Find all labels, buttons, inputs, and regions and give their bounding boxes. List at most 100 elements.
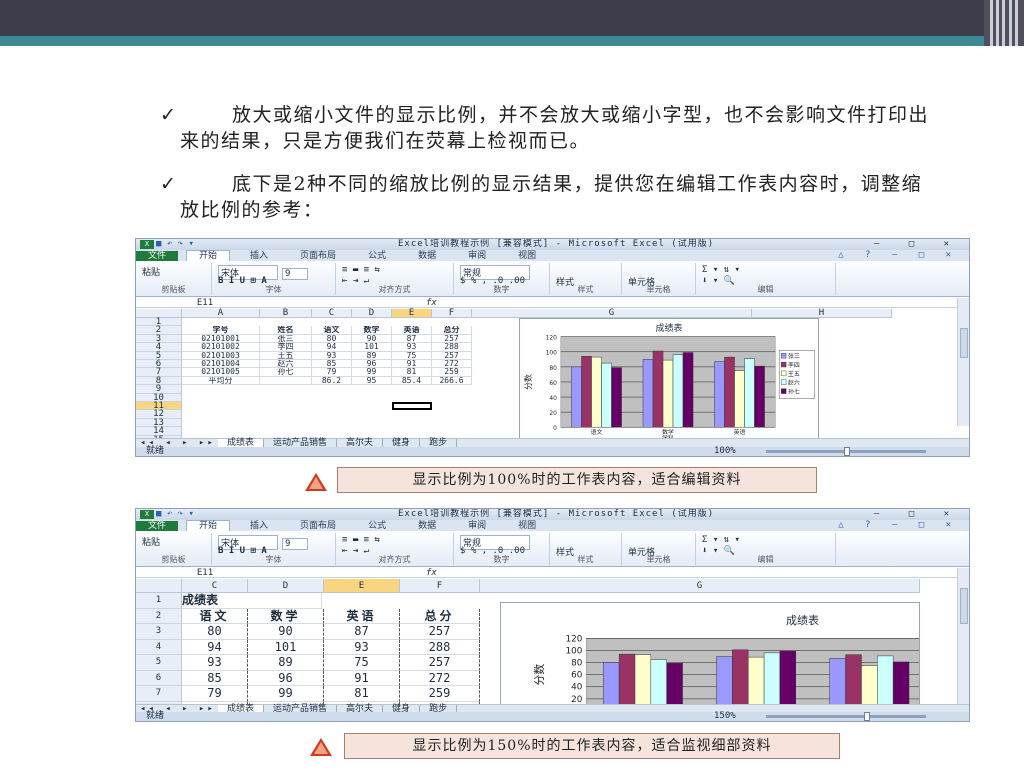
- ribbon-group-controls[interactable]: 粘贴: [142, 535, 160, 548]
- table-cell[interactable]: 赵六: [260, 360, 312, 369]
- tab-1[interactable]: 开始: [186, 520, 231, 531]
- table-cell[interactable]: 75: [392, 351, 432, 360]
- table-cell[interactable]: 85: [312, 360, 352, 369]
- column-header[interactable]: A: [182, 309, 260, 318]
- select-all-corner[interactable]: [136, 579, 182, 593]
- table-cell[interactable]: 语文: [182, 608, 248, 624]
- fx-icon[interactable]: fx: [426, 298, 437, 308]
- vertical-scrollbar[interactable]: [957, 568, 969, 704]
- table-cell[interactable]: 英语: [324, 608, 400, 624]
- table-cell[interactable]: 81: [324, 686, 400, 702]
- column-header[interactable]: H: [752, 309, 892, 318]
- table-cell[interactable]: 79: [182, 686, 248, 702]
- table-cell[interactable]: 288: [432, 343, 472, 352]
- column-header[interactable]: B: [260, 309, 312, 318]
- table-cell[interactable]: 80: [182, 624, 248, 640]
- table-cell[interactable]: 94: [312, 343, 352, 352]
- zoom-slider-knob[interactable]: [864, 712, 870, 721]
- table-cell[interactable]: 英语: [392, 326, 432, 335]
- column-header[interactable]: D: [352, 309, 392, 318]
- ribbon-group-controls[interactable]: 粘贴: [142, 265, 160, 278]
- table-cell[interactable]: 王五: [260, 351, 312, 360]
- window-controls[interactable]: — □ ✕: [874, 239, 961, 250]
- table-cell[interactable]: 99: [352, 368, 392, 377]
- font-size-field[interactable]: 9: [282, 538, 308, 550]
- table-cell[interactable]: 99: [248, 686, 324, 702]
- embedded-chart[interactable]: 成绩表020406080100120语文数学英语学科分数张三李四王五赵六孙七: [519, 318, 819, 442]
- table-cell[interactable]: 75: [324, 655, 400, 671]
- cells-button[interactable]: 单元格: [628, 548, 655, 558]
- table-cell[interactable]: 89: [248, 655, 324, 671]
- tab-1[interactable]: 开始: [186, 250, 231, 261]
- row-header[interactable]: 1: [136, 593, 182, 609]
- styles-button[interactable]: 样式: [556, 278, 574, 288]
- table-cell[interactable]: 93: [392, 343, 432, 352]
- column-header[interactable]: F: [432, 309, 472, 318]
- indent-buttons[interactable]: ⇤ ⇥ ↵: [342, 546, 369, 556]
- number-format-buttons[interactable]: $ % , .0 .00: [460, 276, 525, 286]
- table-cell[interactable]: 语文: [312, 326, 352, 335]
- row-header[interactable]: 5: [136, 655, 182, 671]
- table-cell[interactable]: 257: [400, 624, 480, 640]
- window-controls[interactable]: — □ ✕: [874, 509, 961, 520]
- paste-button[interactable]: 粘贴: [142, 538, 160, 548]
- table-cell[interactable]: 孙七: [260, 368, 312, 377]
- table-cell[interactable]: 288: [400, 639, 480, 655]
- table-cell[interactable]: 93: [182, 655, 248, 671]
- find-buttons[interactable]: ⬇ ▾ 🔍: [702, 276, 735, 286]
- table-cell[interactable]: 90: [248, 624, 324, 640]
- zoom-slider-knob[interactable]: [844, 447, 850, 456]
- table-cell[interactable]: 02101004: [182, 360, 260, 369]
- ribbon-group-controls[interactable]: ≡ ▬ ≡ ⇆: [342, 265, 380, 275]
- table-cell[interactable]: 257: [432, 334, 472, 344]
- name-box[interactable]: E11: [140, 298, 270, 308]
- table-cell[interactable]: 平均分: [182, 376, 260, 386]
- embedded-chart[interactable]: 成绩表020406080100120语文数学英语分数: [500, 602, 920, 712]
- table-cell[interactable]: 257: [432, 351, 472, 360]
- table-cell[interactable]: 101: [248, 639, 324, 655]
- row-header[interactable]: 7: [136, 686, 182, 702]
- table-cell[interactable]: 272: [432, 360, 472, 369]
- ribbon-group-controls[interactable]: 单元格: [628, 545, 655, 558]
- table-cell[interactable]: 80: [312, 334, 352, 344]
- scroll-thumb[interactable]: [960, 328, 968, 358]
- cells-button[interactable]: 单元格: [628, 278, 655, 288]
- quick-access-toolbar[interactable]: ■ ↶ ↷ ▾: [156, 509, 194, 519]
- table-cell[interactable]: 李四: [260, 343, 312, 352]
- zoom-level[interactable]: 150%: [714, 712, 736, 721]
- table-cell[interactable]: 02101002: [182, 343, 260, 352]
- table-cell[interactable]: 96: [352, 360, 392, 369]
- table-cell[interactable]: 成绩表: [182, 593, 322, 609]
- table-cell[interactable]: 79: [312, 368, 352, 377]
- table-cell[interactable]: 257: [400, 655, 480, 671]
- row-header[interactable]: 3: [136, 624, 182, 640]
- table-cell[interactable]: 总分: [400, 608, 480, 624]
- number-format-buttons[interactable]: $ % , .0 .00: [460, 546, 525, 556]
- table-cell[interactable]: 90: [352, 334, 392, 344]
- table-cell[interactable]: 85: [182, 670, 248, 686]
- table-cell[interactable]: 总分: [432, 326, 472, 335]
- table-cell[interactable]: 91: [392, 360, 432, 369]
- table-cell[interactable]: 259: [432, 368, 472, 377]
- quick-access-toolbar[interactable]: ■ ↶ ↷ ▾: [156, 239, 194, 249]
- table-cell[interactable]: 87: [392, 334, 432, 344]
- table-cell[interactable]: 数学: [352, 326, 392, 335]
- table-cell[interactable]: 数学: [248, 608, 324, 624]
- table-cell[interactable]: 94: [182, 639, 248, 655]
- column-header[interactable]: C: [182, 579, 248, 593]
- font-size-field[interactable]: 9: [282, 268, 308, 280]
- find-buttons[interactable]: ⬇ ▾ 🔍: [702, 546, 735, 556]
- help-controls[interactable]: △ ? — □ ✕: [838, 250, 959, 260]
- table-cell[interactable]: [260, 376, 312, 386]
- paste-button[interactable]: 粘贴: [142, 268, 160, 278]
- table-cell[interactable]: 86.2: [312, 376, 352, 386]
- active-cell[interactable]: [392, 402, 432, 411]
- table-cell[interactable]: 266.6: [432, 376, 472, 386]
- table-cell[interactable]: 87: [324, 624, 400, 640]
- table-cell[interactable]: 259: [400, 686, 480, 702]
- font-format-buttons[interactable]: B I U ⊞ A: [218, 276, 267, 286]
- column-header[interactable]: D: [248, 579, 324, 593]
- ribbon-group-controls[interactable]: ≡ ▬ ≡ ⇆: [342, 535, 380, 545]
- ribbon-group-controls[interactable]: Σ ▾ ⇅ ▾: [702, 535, 740, 545]
- table-cell[interactable]: 89: [352, 351, 392, 360]
